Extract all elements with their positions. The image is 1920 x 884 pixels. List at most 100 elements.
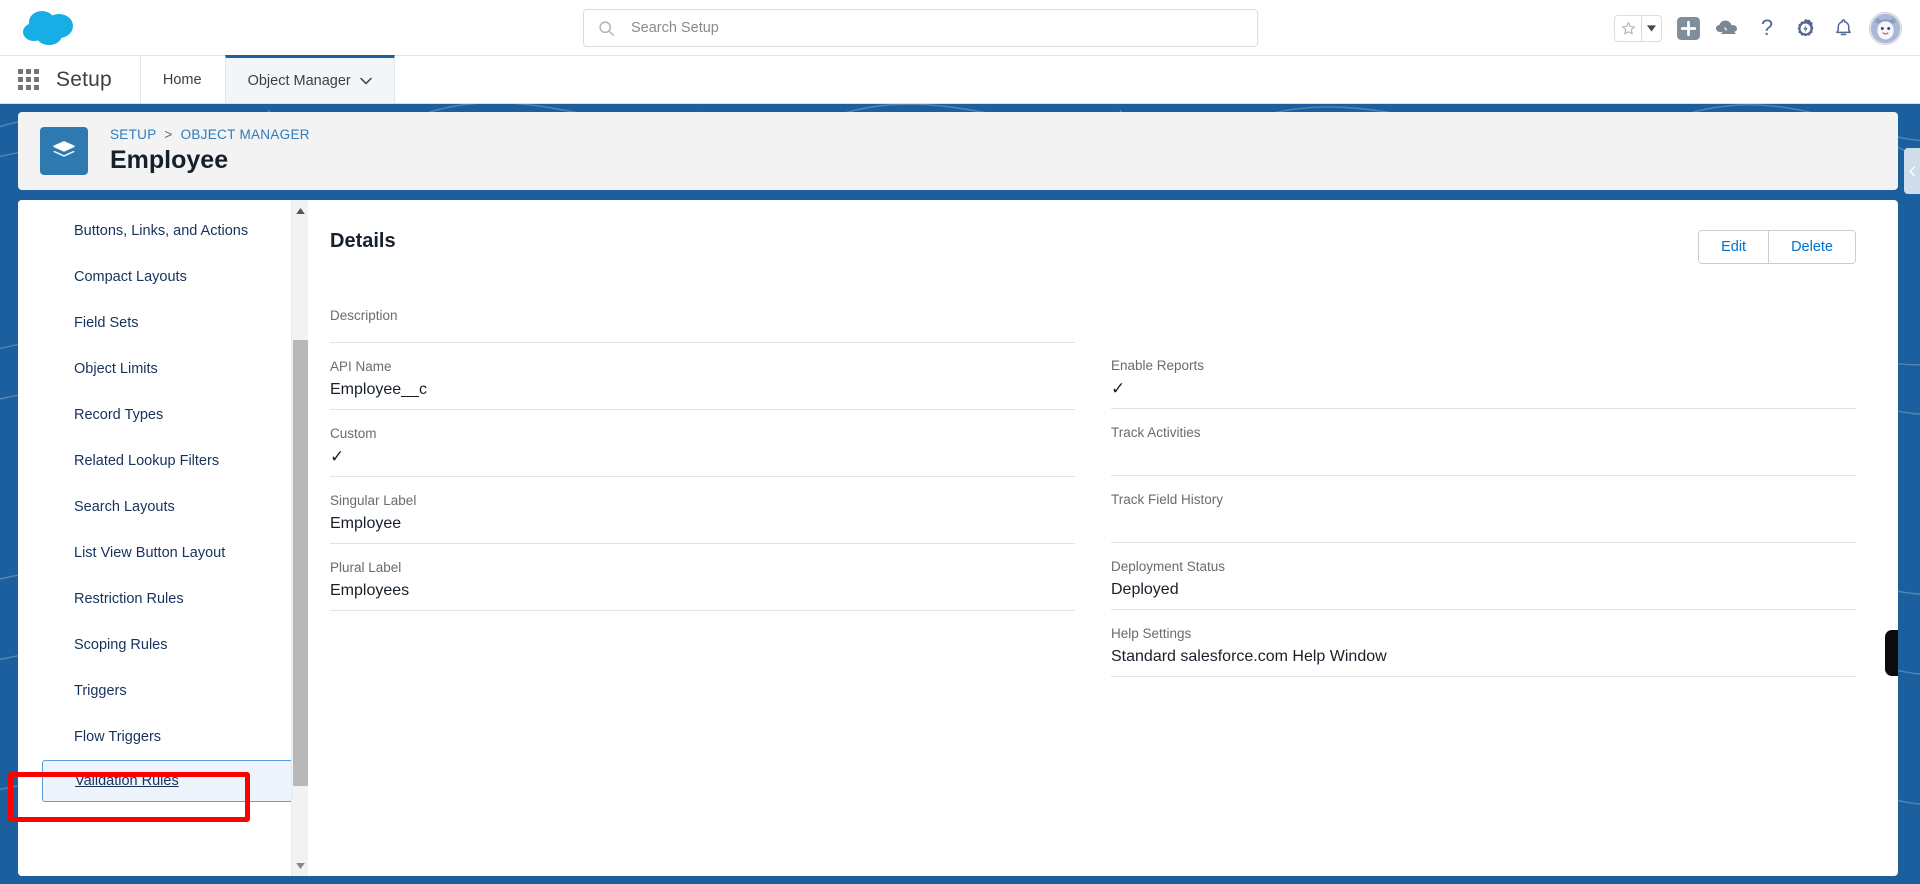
sidebar-item-label: Triggers <box>74 683 127 699</box>
favorites-control[interactable] <box>1614 14 1662 42</box>
field-track-activities: Track Activities <box>1111 423 1856 476</box>
global-header: ? <box>0 0 1920 56</box>
sidebar-item-restriction-rules[interactable]: Restriction Rules <box>18 576 308 622</box>
chevron-down-icon[interactable] <box>360 73 372 89</box>
help-icon[interactable]: ? <box>1755 16 1779 40</box>
svg-text:?: ? <box>1761 16 1773 40</box>
sidebar-item-list-view-button-layout[interactable]: List View Button Layout <box>18 530 308 576</box>
breadcrumb-setup-link[interactable]: SETUP <box>110 127 156 142</box>
user-avatar[interactable] <box>1869 11 1902 45</box>
field-value <box>330 326 1075 336</box>
field-label: Track Activities <box>1111 425 1201 440</box>
details-right-column: Enable Reports ✓ Track Activities Track … <box>1111 306 1856 691</box>
sidebar-item-label: Flow Triggers <box>74 729 162 745</box>
setup-title: Setup <box>56 67 112 91</box>
field-label: Description <box>330 308 398 323</box>
search-icon <box>599 20 615 36</box>
sidebar-item-label: Compact Layouts <box>74 269 187 285</box>
sidebar-scrollbar[interactable] <box>291 200 308 876</box>
search-setup-container <box>583 9 1258 47</box>
sidebar-scrollbar-thumb[interactable] <box>293 340 308 786</box>
field-value <box>1111 443 1856 469</box>
delete-button[interactable]: Delete <box>1768 231 1855 263</box>
field-singular-label: Singular Label Employee <box>330 491 1075 544</box>
field-value-checkmark: ✓ <box>1111 379 1126 398</box>
field-value: Deployed <box>1111 581 1179 598</box>
field-label: Singular Label <box>330 493 417 508</box>
tab-object-manager[interactable]: Object Manager <box>224 55 395 103</box>
field-enable-reports: Enable Reports ✓ <box>1111 356 1856 409</box>
setup-tab-list: Home Object Manager <box>139 55 395 103</box>
details-heading: Details <box>330 230 396 252</box>
layers-object-icon <box>40 127 88 175</box>
setup-gear-icon[interactable] <box>1793 16 1818 41</box>
page-title: Employee <box>110 146 229 174</box>
app-launcher-waffle-icon[interactable] <box>0 56 56 103</box>
field-custom: Custom ✓ <box>330 424 1075 477</box>
setup-nav-bar: Setup Home Object Manager <box>0 55 1920 104</box>
field-value: Employee__c <box>330 381 427 398</box>
field-label: Custom <box>330 426 377 441</box>
tab-home[interactable]: Home <box>141 56 225 103</box>
add-icon[interactable] <box>1676 16 1701 41</box>
tab-object-manager-label: Object Manager <box>247 72 351 89</box>
sidebar-item-label: Restriction Rules <box>74 591 184 607</box>
field-plural-label: Plural Label Employees <box>330 558 1075 611</box>
details-panel: Details Edit Delete Description API Name… <box>308 200 1898 876</box>
scroll-down-arrow-icon[interactable] <box>292 857 309 874</box>
main-content-card: Buttons, Links, and Actions Compact Layo… <box>18 200 1898 876</box>
cloud-terrain-icon[interactable] <box>1715 16 1741 40</box>
field-value <box>1111 510 1856 536</box>
details-header: Details Edit Delete <box>330 230 1856 264</box>
salesforce-cloud-logo[interactable] <box>18 6 82 50</box>
field-value: Standard salesforce.com Help Window <box>1111 648 1387 665</box>
field-label: Enable Reports <box>1111 358 1205 373</box>
sidebar-item-compact-layouts[interactable]: Compact Layouts <box>18 254 308 300</box>
sidebar-item-validation-rules[interactable]: Validation Rules <box>42 760 302 802</box>
tab-home-label: Home <box>162 71 202 88</box>
field-value-checkmark: ✓ <box>330 447 345 466</box>
sidebar-item-triggers[interactable]: Triggers <box>18 668 308 714</box>
panel-collapse-toggle[interactable] <box>1904 148 1920 194</box>
sidebar-item-label: Buttons, Links, and Actions <box>74 223 249 239</box>
sidebar-item-label: Validation Rules <box>75 773 179 789</box>
sidebar-item-buttons-links-and-actions[interactable]: Buttons, Links, and Actions <box>18 208 308 254</box>
sidebar-item-scoping-rules[interactable]: Scoping Rules <box>18 622 308 668</box>
breadcrumb-separator: > <box>164 127 173 142</box>
favorites-dropdown-icon[interactable] <box>1641 15 1661 41</box>
field-label: API Name <box>330 359 392 374</box>
favorites-star-icon[interactable] <box>1615 16 1641 41</box>
right-column-spacer <box>1111 306 1856 356</box>
sidebar-item-flow-triggers[interactable]: Flow Triggers <box>18 714 308 760</box>
sidebar-item-record-types[interactable]: Record Types <box>18 392 308 438</box>
sidebar-item-label: Object Limits <box>74 361 158 377</box>
edge-handle[interactable] <box>1885 630 1898 676</box>
search-setup-box[interactable] <box>583 9 1258 47</box>
breadcrumb-card: SETUP > OBJECT MANAGER Employee <box>18 112 1898 190</box>
field-api-name: API Name Employee__c <box>330 357 1075 410</box>
field-help-settings: Help Settings Standard salesforce.com He… <box>1111 624 1856 677</box>
edit-button[interactable]: Edit <box>1699 231 1769 263</box>
header-icon-group: ? <box>1614 0 1902 56</box>
sidebar-item-related-lookup-filters[interactable]: Related Lookup Filters <box>18 438 308 484</box>
field-value: Employees <box>330 582 410 599</box>
breadcrumb-object-manager-link[interactable]: OBJECT MANAGER <box>181 127 310 142</box>
search-input[interactable] <box>631 20 1257 36</box>
notifications-bell-icon[interactable] <box>1832 17 1855 40</box>
details-left-column: Description API Name Employee__c Custom … <box>330 306 1075 691</box>
field-value: Employee <box>330 515 402 532</box>
field-label: Deployment Status <box>1111 559 1226 574</box>
scroll-up-arrow-icon[interactable] <box>292 202 309 219</box>
breadcrumb: SETUP > OBJECT MANAGER <box>110 127 310 142</box>
sidebar-item-field-sets[interactable]: Field Sets <box>18 300 308 346</box>
sidebar-item-search-layouts[interactable]: Search Layouts <box>18 484 308 530</box>
sidebar-item-label: Scoping Rules <box>74 637 168 653</box>
field-label: Help Settings <box>1111 626 1192 641</box>
sidebar-item-label: List View Button Layout <box>74 545 226 561</box>
sidebar-item-label: Record Types <box>74 407 164 423</box>
field-deployment-status: Deployment Status Deployed <box>1111 557 1856 610</box>
field-label: Track Field History <box>1111 492 1224 507</box>
sidebar-item-object-limits[interactable]: Object Limits <box>18 346 308 392</box>
details-action-buttons: Edit Delete <box>1698 230 1856 264</box>
sidebar-item-label: Search Layouts <box>74 499 175 515</box>
